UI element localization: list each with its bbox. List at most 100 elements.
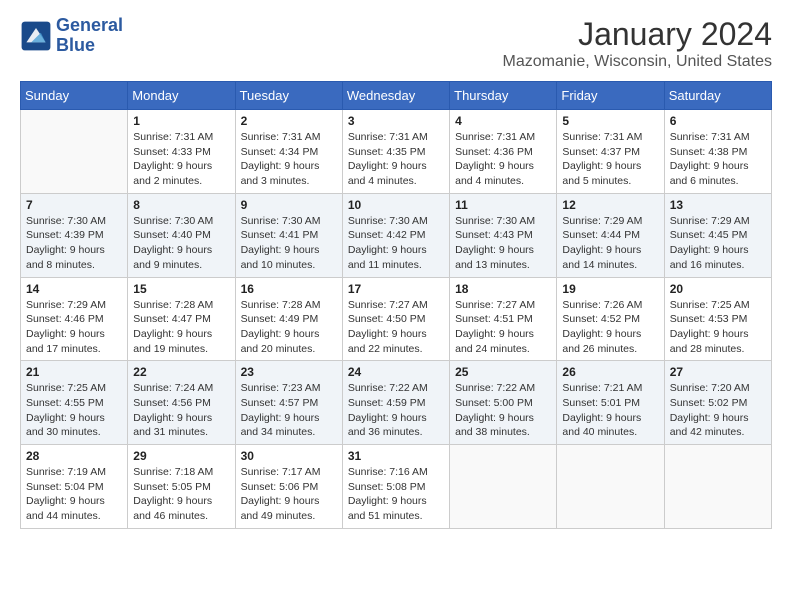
- cell-day-number: 26: [562, 365, 658, 379]
- cell-day-number: 13: [670, 198, 766, 212]
- weekday-header-cell: Tuesday: [235, 82, 342, 110]
- cell-sun-info: Sunrise: 7:25 AMSunset: 4:53 PMDaylight:…: [670, 298, 766, 357]
- cell-day-number: 30: [241, 449, 337, 463]
- cell-day-number: 6: [670, 114, 766, 128]
- cell-sun-info: Sunrise: 7:30 AMSunset: 4:39 PMDaylight:…: [26, 214, 122, 273]
- cell-sun-info: Sunrise: 7:29 AMSunset: 4:45 PMDaylight:…: [670, 214, 766, 273]
- cell-day-number: 23: [241, 365, 337, 379]
- calendar-cell: 5 Sunrise: 7:31 AMSunset: 4:37 PMDaylight…: [557, 110, 664, 194]
- calendar-cell: 27 Sunrise: 7:20 AMSunset: 5:02 PMDayligh…: [664, 361, 771, 445]
- calendar-cell: 26 Sunrise: 7:21 AMSunset: 5:01 PMDayligh…: [557, 361, 664, 445]
- cell-day-number: 20: [670, 282, 766, 296]
- calendar-cell: 8 Sunrise: 7:30 AMSunset: 4:40 PMDaylight…: [128, 193, 235, 277]
- cell-day-number: 8: [133, 198, 229, 212]
- calendar-cell: 7 Sunrise: 7:30 AMSunset: 4:39 PMDaylight…: [21, 193, 128, 277]
- cell-sun-info: Sunrise: 7:28 AMSunset: 4:47 PMDaylight:…: [133, 298, 229, 357]
- calendar-cell: 19 Sunrise: 7:26 AMSunset: 4:52 PMDayligh…: [557, 277, 664, 361]
- cell-day-number: 27: [670, 365, 766, 379]
- weekday-header-cell: Monday: [128, 82, 235, 110]
- calendar-cell: 23 Sunrise: 7:23 AMSunset: 4:57 PMDayligh…: [235, 361, 342, 445]
- weekday-header-cell: Wednesday: [342, 82, 449, 110]
- weekday-header-cell: Friday: [557, 82, 664, 110]
- calendar-cell: 15 Sunrise: 7:28 AMSunset: 4:47 PMDayligh…: [128, 277, 235, 361]
- cell-sun-info: Sunrise: 7:20 AMSunset: 5:02 PMDaylight:…: [670, 381, 766, 440]
- cell-sun-info: Sunrise: 7:25 AMSunset: 4:55 PMDaylight:…: [26, 381, 122, 440]
- calendar-week-row: 7 Sunrise: 7:30 AMSunset: 4:39 PMDaylight…: [21, 193, 772, 277]
- calendar-table: SundayMondayTuesdayWednesdayThursdayFrid…: [20, 81, 772, 529]
- cell-sun-info: Sunrise: 7:31 AMSunset: 4:38 PMDaylight:…: [670, 130, 766, 189]
- logo: General Blue: [20, 16, 123, 56]
- cell-day-number: 17: [348, 282, 444, 296]
- cell-day-number: 24: [348, 365, 444, 379]
- cell-sun-info: Sunrise: 7:30 AMSunset: 4:43 PMDaylight:…: [455, 214, 551, 273]
- cell-day-number: 3: [348, 114, 444, 128]
- cell-day-number: 7: [26, 198, 122, 212]
- cell-day-number: 22: [133, 365, 229, 379]
- page-header: General Blue January 2024 Mazomanie, Wis…: [20, 16, 772, 71]
- month-title: January 2024: [503, 16, 772, 53]
- weekday-header-row: SundayMondayTuesdayWednesdayThursdayFrid…: [21, 82, 772, 110]
- cell-day-number: 18: [455, 282, 551, 296]
- cell-day-number: 9: [241, 198, 337, 212]
- weekday-header-cell: Thursday: [450, 82, 557, 110]
- weekday-header-cell: Sunday: [21, 82, 128, 110]
- cell-sun-info: Sunrise: 7:27 AMSunset: 4:51 PMDaylight:…: [455, 298, 551, 357]
- cell-sun-info: Sunrise: 7:31 AMSunset: 4:34 PMDaylight:…: [241, 130, 337, 189]
- cell-sun-info: Sunrise: 7:31 AMSunset: 4:35 PMDaylight:…: [348, 130, 444, 189]
- cell-day-number: 25: [455, 365, 551, 379]
- cell-sun-info: Sunrise: 7:31 AMSunset: 4:37 PMDaylight:…: [562, 130, 658, 189]
- calendar-cell: [450, 445, 557, 529]
- calendar-cell: 12 Sunrise: 7:29 AMSunset: 4:44 PMDayligh…: [557, 193, 664, 277]
- cell-day-number: 16: [241, 282, 337, 296]
- logo-icon: [20, 20, 52, 52]
- calendar-cell: 14Sunrise: 7:29 AMSunset: 4:46 PMDayligh…: [21, 277, 128, 361]
- cell-day-number: 12: [562, 198, 658, 212]
- weekday-header-cell: Saturday: [664, 82, 771, 110]
- cell-sun-info: Sunrise: 7:24 AMSunset: 4:56 PMDaylight:…: [133, 381, 229, 440]
- calendar-body: 1 Sunrise: 7:31 AMSunset: 4:33 PMDaylight…: [21, 110, 772, 529]
- cell-sun-info: Sunrise: 7:28 AMSunset: 4:49 PMDaylight:…: [241, 298, 337, 357]
- cell-sun-info: Sunrise: 7:23 AMSunset: 4:57 PMDaylight:…: [241, 381, 337, 440]
- cell-sun-info: Sunrise: 7:17 AMSunset: 5:06 PMDaylight:…: [241, 465, 337, 524]
- calendar-cell: 3 Sunrise: 7:31 AMSunset: 4:35 PMDaylight…: [342, 110, 449, 194]
- cell-sun-info: Sunrise: 7:29 AMSunset: 4:46 PMDaylight:…: [26, 298, 122, 357]
- calendar-cell: 13 Sunrise: 7:29 AMSunset: 4:45 PMDayligh…: [664, 193, 771, 277]
- calendar-week-row: 1 Sunrise: 7:31 AMSunset: 4:33 PMDaylight…: [21, 110, 772, 194]
- calendar-week-row: 21Sunrise: 7:25 AMSunset: 4:55 PMDayligh…: [21, 361, 772, 445]
- calendar-cell: 4Sunrise: 7:31 AMSunset: 4:36 PMDaylight…: [450, 110, 557, 194]
- title-block: January 2024 Mazomanie, Wisconsin, Unite…: [503, 16, 772, 71]
- calendar-cell: 16 Sunrise: 7:28 AMSunset: 4:49 PMDayligh…: [235, 277, 342, 361]
- calendar-cell: 21Sunrise: 7:25 AMSunset: 4:55 PMDayligh…: [21, 361, 128, 445]
- calendar-cell: 24 Sunrise: 7:22 AMSunset: 4:59 PMDayligh…: [342, 361, 449, 445]
- cell-day-number: 29: [133, 449, 229, 463]
- cell-day-number: 10: [348, 198, 444, 212]
- calendar-cell: 9 Sunrise: 7:30 AMSunset: 4:41 PMDaylight…: [235, 193, 342, 277]
- cell-sun-info: Sunrise: 7:29 AMSunset: 4:44 PMDaylight:…: [562, 214, 658, 273]
- cell-sun-info: Sunrise: 7:30 AMSunset: 4:41 PMDaylight:…: [241, 214, 337, 273]
- calendar-cell: [21, 110, 128, 194]
- cell-sun-info: Sunrise: 7:16 AMSunset: 5:08 PMDaylight:…: [348, 465, 444, 524]
- cell-day-number: 1: [133, 114, 229, 128]
- cell-day-number: 2: [241, 114, 337, 128]
- cell-sun-info: Sunrise: 7:31 AMSunset: 4:33 PMDaylight:…: [133, 130, 229, 189]
- cell-sun-info: Sunrise: 7:30 AMSunset: 4:40 PMDaylight:…: [133, 214, 229, 273]
- calendar-cell: 29Sunrise: 7:18 AMSunset: 5:05 PMDayligh…: [128, 445, 235, 529]
- calendar-cell: 18 Sunrise: 7:27 AMSunset: 4:51 PMDayligh…: [450, 277, 557, 361]
- calendar-cell: 22 Sunrise: 7:24 AMSunset: 4:56 PMDayligh…: [128, 361, 235, 445]
- calendar-cell: [557, 445, 664, 529]
- cell-sun-info: Sunrise: 7:22 AMSunset: 4:59 PMDaylight:…: [348, 381, 444, 440]
- cell-sun-info: Sunrise: 7:21 AMSunset: 5:01 PMDaylight:…: [562, 381, 658, 440]
- cell-day-number: 19: [562, 282, 658, 296]
- cell-day-number: 15: [133, 282, 229, 296]
- calendar-cell: 11Sunrise: 7:30 AMSunset: 4:43 PMDayligh…: [450, 193, 557, 277]
- cell-day-number: 31: [348, 449, 444, 463]
- calendar-cell: 6 Sunrise: 7:31 AMSunset: 4:38 PMDaylight…: [664, 110, 771, 194]
- calendar-cell: [664, 445, 771, 529]
- cell-sun-info: Sunrise: 7:26 AMSunset: 4:52 PMDaylight:…: [562, 298, 658, 357]
- cell-day-number: 5: [562, 114, 658, 128]
- calendar-cell: 30 Sunrise: 7:17 AMSunset: 5:06 PMDayligh…: [235, 445, 342, 529]
- cell-sun-info: Sunrise: 7:22 AMSunset: 5:00 PMDaylight:…: [455, 381, 551, 440]
- cell-sun-info: Sunrise: 7:30 AMSunset: 4:42 PMDaylight:…: [348, 214, 444, 273]
- cell-day-number: 4: [455, 114, 551, 128]
- calendar-cell: 10 Sunrise: 7:30 AMSunset: 4:42 PMDayligh…: [342, 193, 449, 277]
